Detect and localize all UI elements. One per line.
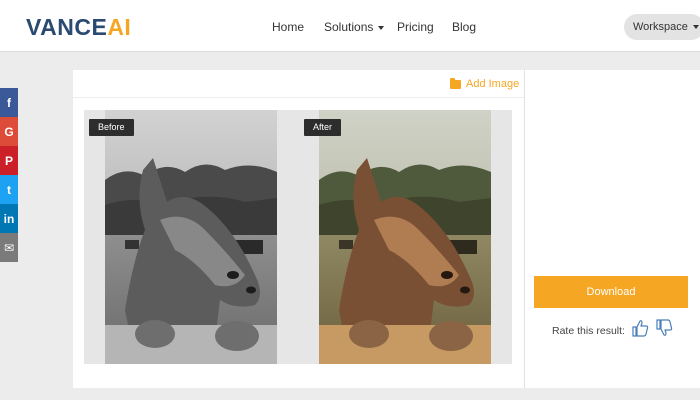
logo-accent-text: AI [107,14,132,40]
facebook-icon[interactable]: f [0,88,18,117]
chevron-down-icon [378,25,385,30]
chevron-down-icon [692,25,699,30]
panel-divider [73,97,524,98]
add-image-button[interactable]: Add Image [450,77,520,90]
download-button[interactable]: Download [534,276,688,308]
mail-icon[interactable]: ✉ [0,233,18,262]
result-sidebar [524,70,700,388]
twitter-icon[interactable]: t [0,175,18,204]
thumbs-down-icon[interactable] [655,318,673,338]
thumbs-up-icon[interactable] [631,318,649,338]
before-tag: Before [89,119,134,136]
logo[interactable]: VANCEAI [26,14,131,41]
after-tag: After [304,119,342,136]
nav-blog[interactable]: Blog [452,20,476,34]
nav-solutions-label: Solutions [324,20,374,34]
folder-icon [450,77,461,89]
linkedin-icon[interactable]: in [0,204,18,233]
rate-label: Rate this result: [552,325,625,337]
nav-home[interactable]: Home [272,20,304,34]
top-header: VANCEAI Home Solutions Pricing Blog Work… [0,0,700,52]
before-image [105,110,277,364]
after-image [319,110,491,364]
workspace-button[interactable]: Workspace [624,14,700,40]
workspace-label: Workspace [633,21,688,33]
google-icon[interactable]: G [0,117,18,146]
add-image-label: Add Image [466,78,520,90]
pinterest-icon[interactable]: P [0,146,18,175]
nav-pricing[interactable]: Pricing [397,20,434,34]
logo-text: VANCE [26,14,108,40]
nav-solutions[interactable]: Solutions [324,20,385,34]
